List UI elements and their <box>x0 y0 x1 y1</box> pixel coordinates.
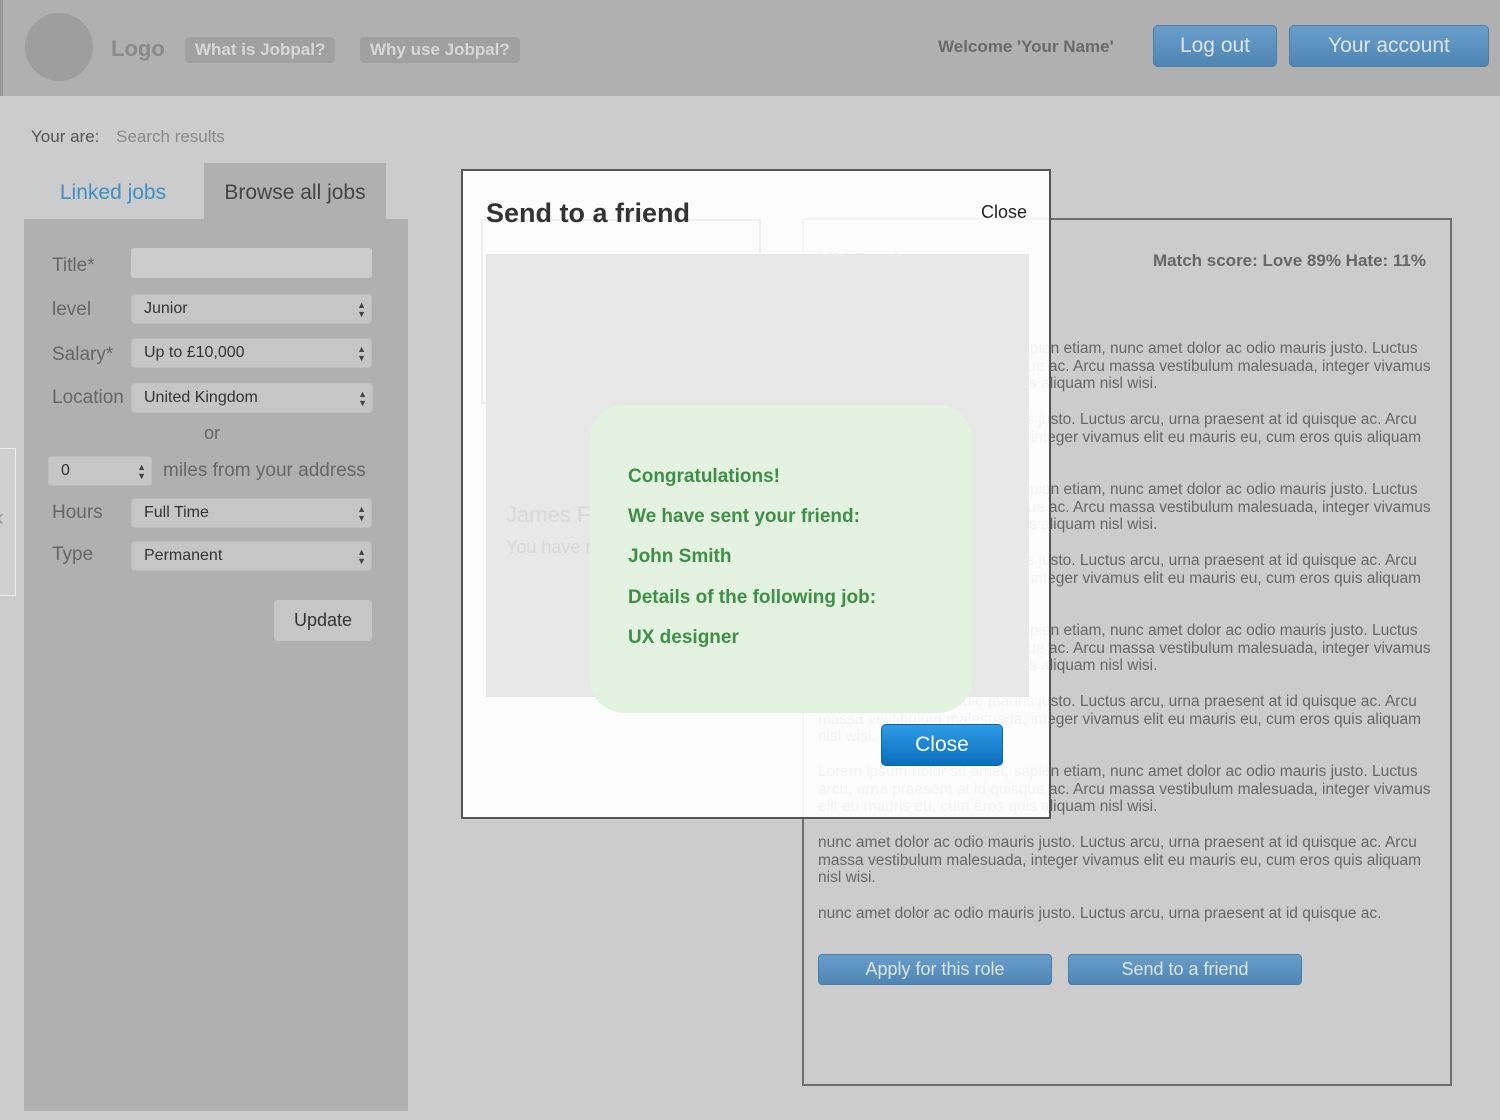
title-label: Title* <box>52 255 95 276</box>
background-profile: James F You have r <box>506 499 591 563</box>
logo-image[interactable] <box>25 13 93 81</box>
modal-close-button[interactable]: Close <box>881 724 1003 766</box>
success-job-label: Details of the following job: <box>628 587 877 608</box>
hours-select[interactable]: Full Time ▲ ▼ <box>131 498 372 528</box>
match-score: Match score: Love 89% Hate: 11% <box>1152 251 1426 270</box>
logo-text[interactable]: Logo <box>111 36 165 62</box>
level-label: level <box>52 299 92 320</box>
job-paragraph: nunc amet dolor ac odio mauris justo. Lu… <box>818 905 1382 922</box>
miles-label: miles from your address <box>163 460 366 481</box>
type-value: Permanent <box>144 547 223 564</box>
stepper-arrows-icon: ▲ ▼ <box>137 462 146 481</box>
update-button[interactable]: Update <box>274 600 372 641</box>
title-input[interactable] <box>131 248 372 278</box>
background-profile-name: James F <box>506 502 591 527</box>
select-arrows-icon: ▲ ▼ <box>358 389 367 408</box>
select-arrows-icon: ▲ ▼ <box>357 547 366 566</box>
location-value: United Kingdom <box>144 389 258 406</box>
send-to-friend-modal: UX Designer Location: The world Send to … <box>461 169 1051 819</box>
level-value: Junior <box>144 300 188 317</box>
location-label: Location <box>52 387 124 408</box>
salary-label: Salary* <box>52 344 114 365</box>
apply-for-role-button[interactable]: Apply for this role <box>818 954 1052 985</box>
background-profile-subtitle: You have r <box>506 537 592 557</box>
sidebar-collapse-handle[interactable]: ‹ <box>0 448 16 596</box>
select-arrows-icon: ▲ ▼ <box>357 504 366 523</box>
breadcrumb-label: Your are: <box>31 127 100 146</box>
success-message-box: Congratulations! We have sent your frien… <box>590 405 972 713</box>
modal-title: Send to a friend <box>486 198 691 228</box>
miles-stepper[interactable]: 0 ▲ ▼ <box>48 456 152 486</box>
send-to-friend-button[interactable]: Send to a friend <box>1068 954 1302 985</box>
hours-label: Hours <box>52 502 103 523</box>
nav-what-is-jobpal[interactable]: What is Jobpal? <box>185 37 336 63</box>
breadcrumb: Your are: Search results <box>31 127 225 147</box>
hours-value: Full Time <box>144 504 209 521</box>
success-heading: Congratulations! <box>628 466 780 487</box>
friend-name: John Smith <box>628 546 732 567</box>
top-header: Logo What is Jobpal? Why use Jobpal? Wel… <box>0 0 1500 96</box>
select-arrows-icon: ▲ ▼ <box>357 344 366 363</box>
your-account-button[interactable]: Your account <box>1289 25 1489 67</box>
job-name: UX designer <box>628 627 739 648</box>
success-sent-to-label: We have sent your friend: <box>628 506 860 527</box>
welcome-text: Welcome 'Your Name' <box>938 37 1114 56</box>
location-select[interactable]: United Kingdom ▲ ▼ <box>131 383 373 413</box>
type-select[interactable]: Permanent ▲ ▼ <box>131 541 372 571</box>
select-arrows-icon: ▲ ▼ <box>357 300 366 319</box>
tab-linked-jobs[interactable]: Linked jobs <box>24 163 202 220</box>
or-separator: or <box>204 423 221 443</box>
tab-browse-all-jobs[interactable]: Browse all jobs <box>204 163 386 220</box>
salary-value: Up to £10,000 <box>144 344 245 361</box>
type-label: Type <box>52 544 94 565</box>
job-paragraph: nunc amet dolor ac odio mauris justo. Lu… <box>818 834 1422 886</box>
modal-close-link[interactable]: Close <box>981 202 1027 223</box>
chevron-left-icon: ‹ <box>0 504 4 532</box>
breadcrumb-current: Search results <box>116 127 225 146</box>
nav-why-use-jobpal[interactable]: Why use Jobpal? <box>360 37 520 63</box>
modal-content-area: James F You have r Congratulations! We h… <box>486 254 1029 713</box>
logout-button[interactable]: Log out <box>1153 25 1277 67</box>
level-select[interactable]: Junior ▲ ▼ <box>131 294 372 324</box>
miles-value: 0 <box>61 462 70 479</box>
salary-select[interactable]: Up to £10,000 ▲ ▼ <box>131 338 372 368</box>
filter-panel: Title* level Junior ▲ ▼ Salary* Up to £10… <box>24 219 408 1111</box>
